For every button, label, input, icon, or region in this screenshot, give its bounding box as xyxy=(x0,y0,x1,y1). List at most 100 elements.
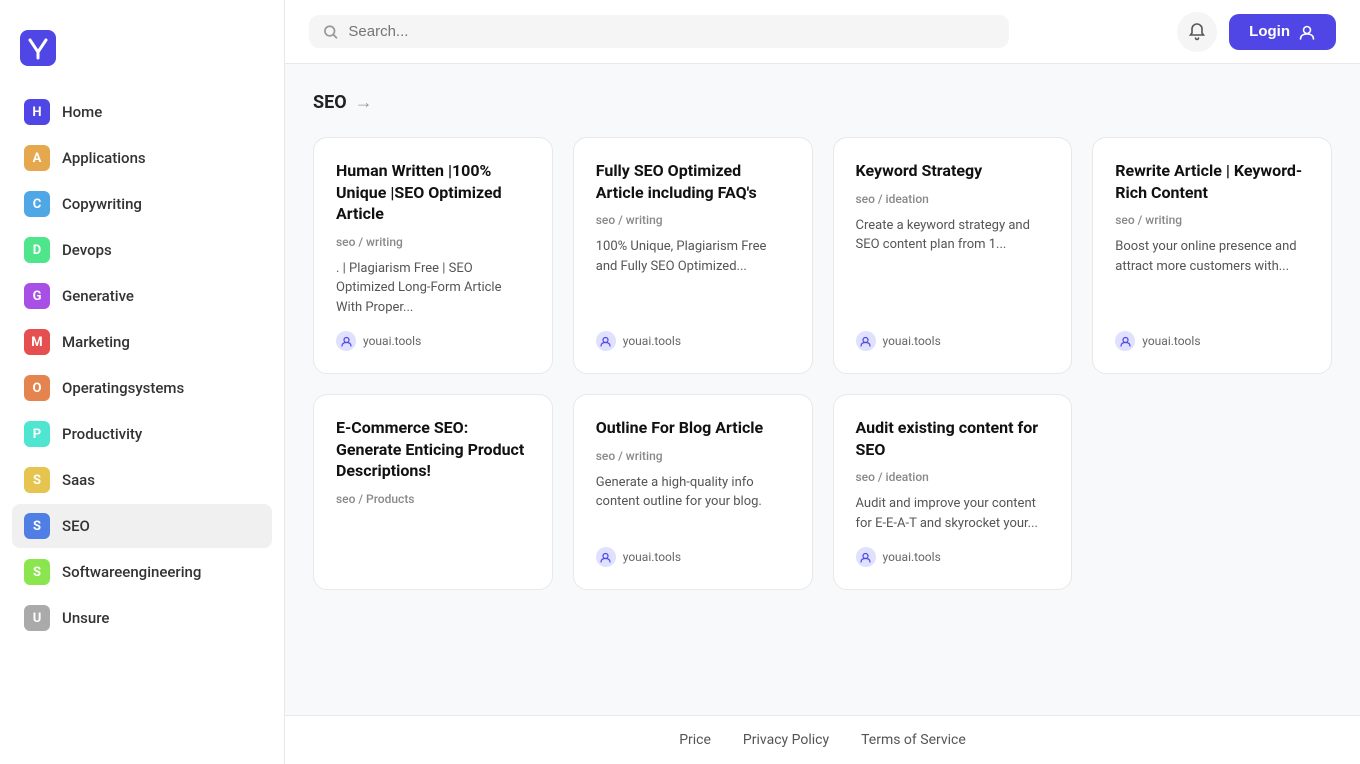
sidebar-icon-generative: G xyxy=(24,283,50,309)
card-card-3[interactable]: Keyword Strategy seo / ideation Create a… xyxy=(833,137,1073,374)
author-name: youai.tools xyxy=(883,550,941,564)
sidebar-icon-productivity: P xyxy=(24,421,50,447)
card-tag: seo / writing xyxy=(1115,213,1309,227)
sidebar-icon-saas: S xyxy=(24,467,50,493)
login-label: Login xyxy=(1249,23,1290,40)
sidebar-item-unsure[interactable]: U Unsure xyxy=(12,596,272,640)
sidebar-label-seo: SEO xyxy=(62,517,90,535)
breadcrumb-arrow: → xyxy=(355,92,373,113)
card-tag: seo / writing xyxy=(596,449,790,463)
author-name: youai.tools xyxy=(623,334,681,348)
sidebar-icon-copywriting: C xyxy=(24,191,50,217)
card-title: Rewrite Article | Keyword-Rich Content xyxy=(1115,160,1309,203)
card-tag: seo / Products xyxy=(336,492,530,506)
content-area: SEO → Human Written |100% Unique |SEO Op… xyxy=(285,64,1360,715)
sidebar-label-marketing: Marketing xyxy=(62,333,130,351)
card-description: Create a keyword strategy and SEO conten… xyxy=(856,216,1050,318)
sidebar-icon-unsure: U xyxy=(24,605,50,631)
card-card-4[interactable]: Rewrite Article | Keyword-Rich Content s… xyxy=(1092,137,1332,374)
card-author: youai.tools xyxy=(856,547,1050,567)
author-name: youai.tools xyxy=(623,550,681,564)
sidebar-item-home[interactable]: H Home xyxy=(12,90,272,134)
card-title: Human Written |100% Unique |SEO Optimize… xyxy=(336,160,530,225)
card-title: Outline For Blog Article xyxy=(596,417,790,439)
sidebar-label-applications: Applications xyxy=(62,149,146,167)
card-tag: seo / ideation xyxy=(856,470,1050,484)
card-tag: seo / writing xyxy=(336,235,530,249)
topbar-actions: Login xyxy=(1177,12,1336,52)
footer-link-price[interactable]: Price xyxy=(679,732,711,748)
youai-logo-icon xyxy=(20,30,56,66)
sidebar-icon-marketing: M xyxy=(24,329,50,355)
card-card-1[interactable]: Human Written |100% Unique |SEO Optimize… xyxy=(313,137,553,374)
topbar: Login xyxy=(285,0,1360,64)
author-name: youai.tools xyxy=(883,334,941,348)
login-icon xyxy=(1298,23,1316,41)
sidebar-label-copywriting: Copywriting xyxy=(62,195,142,213)
card-card-6[interactable]: Outline For Blog Article seo / writing G… xyxy=(573,394,813,590)
card-description: Audit and improve your content for E-E-A… xyxy=(856,494,1050,533)
sidebar-icon-seo: S xyxy=(24,513,50,539)
card-tag: seo / writing xyxy=(596,213,790,227)
breadcrumb: SEO → xyxy=(313,92,1332,113)
author-icon xyxy=(1115,331,1135,351)
footer-link-terms-of-service[interactable]: Terms of Service xyxy=(861,732,966,748)
author-icon xyxy=(856,331,876,351)
card-card-2[interactable]: Fully SEO Optimized Article including FA… xyxy=(573,137,813,374)
sidebar-label-unsure: Unsure xyxy=(62,609,109,627)
sidebar-item-applications[interactable]: A Applications xyxy=(12,136,272,180)
footer: Price Privacy Policy Terms of Service xyxy=(285,715,1360,764)
sidebar-item-devops[interactable]: D Devops xyxy=(12,228,272,272)
sidebar-icon-operatingsystems: O xyxy=(24,375,50,401)
sidebar-item-seo[interactable]: S SEO xyxy=(12,504,272,548)
sidebar-item-copywriting[interactable]: C Copywriting xyxy=(12,182,272,226)
login-button[interactable]: Login xyxy=(1229,14,1336,50)
author-name: youai.tools xyxy=(1142,334,1200,348)
card-author: youai.tools xyxy=(336,331,530,351)
search-container[interactable] xyxy=(309,15,1009,48)
search-icon xyxy=(323,24,338,40)
sidebar-item-softwareengineering[interactable]: S Softwareengineering xyxy=(12,550,272,594)
card-card-7[interactable]: Audit existing content for SEO seo / ide… xyxy=(833,394,1073,590)
author-icon xyxy=(856,547,876,567)
author-icon xyxy=(596,547,616,567)
sidebar-label-devops: Devops xyxy=(62,241,112,259)
card-description: 100% Unique, Plagiarism Free and Fully S… xyxy=(596,237,790,317)
sidebar-item-generative[interactable]: G Generative xyxy=(12,274,272,318)
author-icon xyxy=(336,331,356,351)
card-description: Generate a high-quality info content out… xyxy=(596,473,790,534)
card-description: . | Plagiarism Free | SEO Optimized Long… xyxy=(336,259,530,318)
sidebar-item-operatingsystems[interactable]: O Operatingsystems xyxy=(12,366,272,410)
card-title: E-Commerce SEO: Generate Enticing Produc… xyxy=(336,417,530,482)
card-author: youai.tools xyxy=(596,547,790,567)
sidebar-label-saas: Saas xyxy=(62,471,95,489)
sidebar-item-marketing[interactable]: M Marketing xyxy=(12,320,272,364)
card-description: Boost your online presence and attract m… xyxy=(1115,237,1309,317)
sidebar-icon-home: H xyxy=(24,99,50,125)
logo-container xyxy=(0,20,284,90)
card-author: youai.tools xyxy=(596,331,790,351)
sidebar-label-softwareengineering: Softwareengineering xyxy=(62,563,201,581)
bell-icon xyxy=(1187,22,1207,42)
card-title: Keyword Strategy xyxy=(856,160,1050,182)
notifications-button[interactable] xyxy=(1177,12,1217,52)
card-tag: seo / ideation xyxy=(856,192,1050,206)
sidebar-label-operatingsystems: Operatingsystems xyxy=(62,379,184,397)
cards-grid: Human Written |100% Unique |SEO Optimize… xyxy=(313,137,1332,590)
sidebar-item-saas[interactable]: S Saas xyxy=(12,458,272,502)
card-card-5[interactable]: E-Commerce SEO: Generate Enticing Produc… xyxy=(313,394,553,590)
breadcrumb-category: SEO xyxy=(313,92,347,113)
sidebar-label-productivity: Productivity xyxy=(62,425,142,443)
card-title: Fully SEO Optimized Article including FA… xyxy=(596,160,790,203)
sidebar-item-productivity[interactable]: P Productivity xyxy=(12,412,272,456)
footer-link-privacy-policy[interactable]: Privacy Policy xyxy=(743,732,829,748)
sidebar-icon-devops: D xyxy=(24,237,50,263)
sidebar-label-home: Home xyxy=(62,103,102,121)
sidebar-label-generative: Generative xyxy=(62,287,134,305)
card-author: youai.tools xyxy=(1115,331,1309,351)
card-author: youai.tools xyxy=(856,331,1050,351)
author-name: youai.tools xyxy=(363,334,421,348)
search-input[interactable] xyxy=(348,23,995,40)
sidebar: H Home A Applications C Copywriting D De… xyxy=(0,0,285,764)
author-icon xyxy=(596,331,616,351)
